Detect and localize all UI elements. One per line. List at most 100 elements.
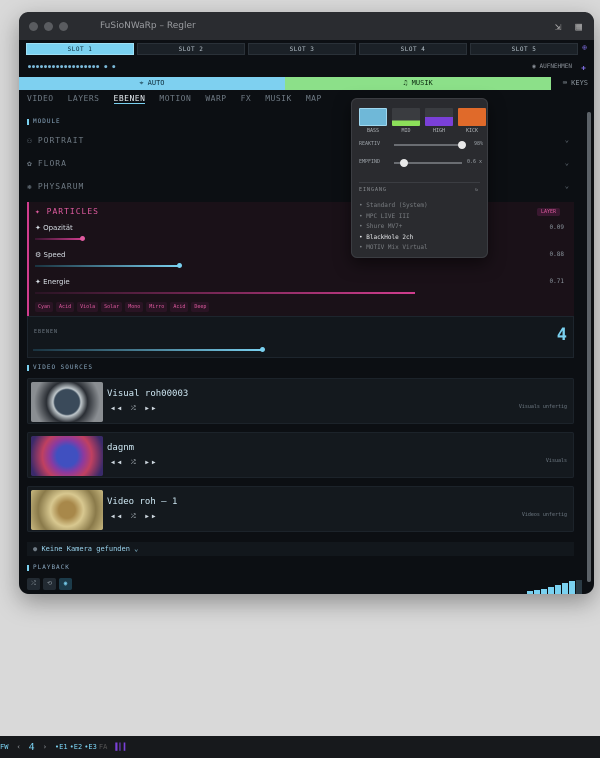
opazitaet-slider[interactable] <box>35 236 85 241</box>
tab-musik[interactable]: MUSIK <box>265 94 292 104</box>
slot-1[interactable]: SLOT 1 <box>26 43 134 55</box>
chip[interactable]: Acid <box>56 302 75 312</box>
video-controls[interactable]: ◀◀ ⤮ ▶▶ <box>111 405 158 413</box>
band-swatch <box>392 108 420 126</box>
tab-layers[interactable]: LAYERS <box>68 94 100 104</box>
level-meter <box>527 578 582 594</box>
empfind-slider[interactable]: EMPFIND 0.6 x <box>359 159 483 167</box>
ebenen-slider[interactable] <box>33 347 265 352</box>
ebenen-label: EBENEN <box>34 329 59 335</box>
tab-map[interactable]: MAP <box>306 94 322 104</box>
input-option-label: Standard (System) <box>366 202 428 209</box>
mode-auto-label: AUTO <box>147 79 165 87</box>
slot-5[interactable]: SLOT 5 <box>470 43 578 55</box>
input-list: • Standard (System) • MPC LIVE III • Shu… <box>359 201 428 254</box>
scrollbar-thumb[interactable] <box>587 112 591 582</box>
prev-icon[interactable]: ‹ <box>16 743 20 751</box>
tab-motion[interactable]: MOTION <box>159 94 191 104</box>
slot-4[interactable]: SLOT 4 <box>359 43 467 55</box>
mode-keys[interactable]: ⌨ KEYS <box>551 77 594 90</box>
tab-warp[interactable]: WARP <box>205 94 226 104</box>
slider-knob[interactable] <box>260 347 265 352</box>
video-status: Visuals unfertig <box>518 404 567 410</box>
layer-badge[interactable]: LAYER <box>536 208 560 216</box>
video-controls[interactable]: ◀◀ ⤮ ▶▶ <box>111 459 158 467</box>
input-option[interactable]: • MOTIV Mix Virtual <box>359 243 428 254</box>
scrollbar[interactable] <box>587 112 591 582</box>
auto-button[interactable]: ◉ <box>59 578 72 590</box>
input-option[interactable]: • Shure MV7+ <box>359 222 428 233</box>
band-high[interactable]: HIGH <box>425 108 453 134</box>
portrait-icon: ⚇ <box>27 136 33 145</box>
slot-2[interactable]: SLOT 2 <box>137 43 245 55</box>
chip[interactable]: Solar <box>101 302 123 312</box>
input-option-selected[interactable]: • BlackHole 2ch <box>359 233 428 244</box>
tab-video[interactable]: VIDEO <box>27 94 54 104</box>
input-label: EINGANG <box>359 187 388 193</box>
next-icon[interactable]: › <box>43 743 47 751</box>
video-controls[interactable]: ◀◀ ⤮ ▶▶ <box>111 513 158 521</box>
chip[interactable]: Viola <box>77 302 99 312</box>
title-bar: FuSioNWaRp – Regler ⇲ ▦ <box>19 12 594 40</box>
video-source-row[interactable]: Visual roh00003 ◀◀ ⤮ ▶▶ Visuals unfertig <box>27 378 574 424</box>
record-button[interactable]: ◉ AUFNEHMEN <box>532 63 572 70</box>
slider-knob[interactable] <box>400 159 408 167</box>
module-flora[interactable]: ✿ FLORA ⌄ <box>27 159 574 175</box>
section-video-sources: VIDEO SOURCES <box>27 364 93 371</box>
taskbar: FW ‹ 4 › •E1 •E2 •E3 FA ▌▎▍ <box>0 736 600 758</box>
module-portrait[interactable]: ⚇ PORTRAIT ⌄ <box>27 136 574 152</box>
taskbar-count: 4 <box>28 741 35 753</box>
camera-select[interactable]: ● Keine Kamera gefunden ⌄ <box>27 542 574 556</box>
collapse-icon[interactable]: ⇲ <box>555 20 562 33</box>
band-mid[interactable]: MID <box>392 108 420 134</box>
chip[interactable]: Mirro <box>146 302 168 312</box>
band-kick[interactable]: KICK <box>458 108 486 134</box>
palette-chips: Cyan Acid Viola Solar Mono Mirro Acid De… <box>35 302 210 312</box>
taskbar-item[interactable]: •E3 <box>84 743 97 751</box>
video-source-row[interactable]: dagnm ◀◀ ⤮ ▶▶ Visuals <box>27 432 574 478</box>
zoom-button[interactable] <box>59 21 68 31</box>
close-button[interactable] <box>29 21 38 31</box>
add-slot-icon[interactable]: ⊕ <box>582 43 587 52</box>
slider-knob[interactable] <box>458 141 466 149</box>
grid-icon[interactable]: ▦ <box>575 20 582 33</box>
taskbar-item[interactable]: FA <box>99 743 107 751</box>
refresh-icon[interactable]: ↻ <box>475 187 479 193</box>
input-option-label: MOTIV Mix Virtual <box>366 244 428 251</box>
slot-3[interactable]: SLOT 3 <box>248 43 356 55</box>
slider-value: 98% <box>473 141 483 147</box>
input-option[interactable]: • MPC LIVE III <box>359 212 428 223</box>
taskbar-item[interactable]: •E2 <box>70 743 83 751</box>
reaktiv-slider[interactable]: REAKTIV 98% <box>359 141 483 149</box>
shuffle-button[interactable]: ⤮ <box>27 578 40 590</box>
module-physarum[interactable]: ❋ PHYSARUM ⌄ <box>27 182 574 198</box>
mode-auto[interactable]: ⌖ AUTO <box>19 77 285 90</box>
energie-slider[interactable] <box>35 292 415 294</box>
taskbar-item[interactable]: •E1 <box>55 743 68 751</box>
loop-button[interactable]: ⟲ <box>43 578 56 590</box>
slider-track[interactable] <box>394 159 462 167</box>
tab-ebenen[interactable]: EBENEN <box>113 94 146 104</box>
slider-knob[interactable] <box>80 236 85 241</box>
mode-musik[interactable]: ♫ MUSIK <box>285 77 551 90</box>
audio-popover: BASS MID HIGH KICK REAKTIV 98% EMPFIND 0… <box>351 98 488 258</box>
slider-track[interactable] <box>394 141 466 149</box>
flora-icon: ✿ <box>27 159 33 168</box>
camera-icon: ● <box>33 545 38 553</box>
band-bass[interactable]: BASS <box>359 108 387 134</box>
video-name: Video roh – 1 <box>107 497 178 507</box>
chip[interactable]: Deep <box>191 302 210 312</box>
minimize-button[interactable] <box>44 21 53 31</box>
chip[interactable]: Acid <box>170 302 189 312</box>
input-option-label: Shure MV7+ <box>366 223 403 230</box>
chip[interactable]: Mono <box>125 302 144 312</box>
input-option[interactable]: • Standard (System) <box>359 201 428 212</box>
chip[interactable]: Cyan <box>35 302 54 312</box>
video-source-row[interactable]: Video roh – 1 ◀◀ ⤮ ▶▶ Videos unfertig <box>27 486 574 532</box>
ebenen-value: 4 <box>556 325 567 345</box>
tab-fx[interactable]: FX <box>241 94 252 104</box>
particles-title[interactable]: ✦ PARTICLES <box>35 207 99 216</box>
mic-icon[interactable]: ✚ <box>581 63 586 72</box>
speed-slider[interactable] <box>35 263 182 268</box>
slider-knob[interactable] <box>177 263 182 268</box>
